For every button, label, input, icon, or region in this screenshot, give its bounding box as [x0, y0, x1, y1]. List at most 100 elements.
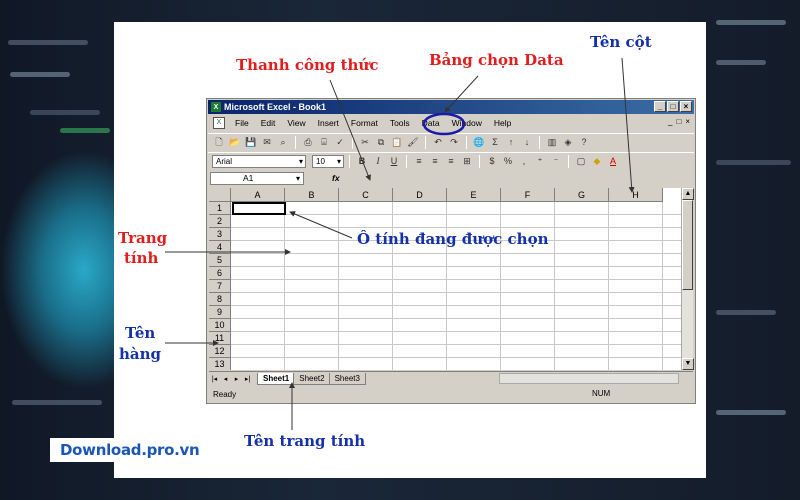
- row-header-5[interactable]: 5: [209, 254, 231, 267]
- cut-icon[interactable]: ✂: [358, 136, 372, 149]
- row-header-3[interactable]: 3: [209, 228, 231, 241]
- selected-cell[interactable]: [232, 202, 286, 215]
- tab-sheet3[interactable]: Sheet3: [328, 372, 366, 385]
- redo-icon[interactable]: ↷: [447, 136, 461, 149]
- column-header-h[interactable]: H: [609, 188, 663, 202]
- open-icon[interactable]: 📂: [228, 136, 242, 149]
- menu-data[interactable]: Data: [416, 118, 446, 128]
- currency-icon[interactable]: $: [485, 155, 499, 168]
- row-header-8[interactable]: 8: [209, 293, 231, 306]
- last-sheet-icon[interactable]: ▸|: [242, 375, 253, 383]
- email-icon[interactable]: ✉: [260, 136, 274, 149]
- print-icon[interactable]: ⎙: [301, 136, 315, 149]
- menu-view[interactable]: View: [281, 118, 311, 128]
- row-header-12[interactable]: 12: [209, 345, 231, 358]
- scroll-thumb[interactable]: [682, 200, 693, 290]
- menu-format[interactable]: Format: [345, 118, 384, 128]
- menu-edit[interactable]: Edit: [255, 118, 282, 128]
- align-center-icon[interactable]: ≡: [428, 155, 442, 168]
- toolbar-separator: [568, 155, 569, 168]
- doc-minimize-button[interactable]: _: [668, 117, 672, 126]
- next-sheet-icon[interactable]: ▸: [231, 375, 242, 383]
- menu-insert[interactable]: Insert: [312, 118, 345, 128]
- sort-ascending-icon[interactable]: ↑: [504, 136, 518, 149]
- drawing-icon[interactable]: ◈: [561, 136, 575, 149]
- bold-button[interactable]: B: [355, 155, 369, 168]
- increase-decimal-icon[interactable]: ⁺: [533, 155, 547, 168]
- column-header-a[interactable]: A: [231, 188, 285, 202]
- tab-sheet2[interactable]: Sheet2: [293, 372, 331, 385]
- grid-line: [231, 279, 683, 280]
- horizontal-scrollbar[interactable]: [499, 373, 679, 384]
- menu-window[interactable]: Window: [446, 118, 488, 128]
- row-header-13[interactable]: 13: [209, 358, 231, 370]
- decrease-decimal-icon[interactable]: ⁻: [549, 155, 563, 168]
- first-sheet-icon[interactable]: |◂: [209, 375, 220, 383]
- comma-icon[interactable]: ,: [517, 155, 531, 168]
- code-line: [716, 310, 776, 315]
- column-header-f[interactable]: F: [501, 188, 555, 202]
- format-painter-icon[interactable]: 🖌: [406, 136, 420, 149]
- column-header-g[interactable]: G: [555, 188, 609, 202]
- column-header-e[interactable]: E: [447, 188, 501, 202]
- align-right-icon[interactable]: ≡: [444, 155, 458, 168]
- minimize-button[interactable]: _: [654, 101, 666, 112]
- row-header-6[interactable]: 6: [209, 267, 231, 280]
- name-box[interactable]: A1: [210, 171, 304, 185]
- function-icon[interactable]: fx: [332, 173, 340, 183]
- font-color-icon[interactable]: A: [606, 155, 620, 168]
- doc-close-button[interactable]: ×: [685, 117, 690, 126]
- close-button[interactable]: ×: [680, 101, 692, 112]
- doc-restore-button[interactable]: □: [676, 117, 681, 126]
- copy-icon[interactable]: ⧉: [374, 136, 388, 149]
- borders-icon[interactable]: ▢: [574, 155, 588, 168]
- window-title: Microsoft Excel - Book1: [224, 102, 327, 112]
- font-size-select[interactable]: 10: [312, 155, 344, 168]
- merge-center-icon[interactable]: ⊞: [460, 155, 474, 168]
- italic-button[interactable]: I: [371, 155, 385, 168]
- menu-file[interactable]: File: [229, 118, 255, 128]
- vertical-scrollbar[interactable]: ▲ ▼: [681, 188, 694, 370]
- row-header-2[interactable]: 2: [209, 215, 231, 228]
- row-header-9[interactable]: 9: [209, 306, 231, 319]
- grid-line: [231, 227, 683, 228]
- column-header-c[interactable]: C: [339, 188, 393, 202]
- column-header-d[interactable]: D: [393, 188, 447, 202]
- menu-tools[interactable]: Tools: [384, 118, 416, 128]
- row-header-7[interactable]: 7: [209, 280, 231, 293]
- spelling-icon[interactable]: ✓: [333, 136, 347, 149]
- underline-button[interactable]: U: [387, 155, 401, 168]
- paste-icon[interactable]: 📋: [390, 136, 404, 149]
- tab-sheet1[interactable]: Sheet1: [257, 372, 296, 385]
- print-preview-icon[interactable]: ⌸: [317, 136, 331, 149]
- save-icon[interactable]: 💾: [244, 136, 258, 149]
- search-icon[interactable]: ⌕: [276, 136, 290, 149]
- hyperlink-icon[interactable]: 🌐: [472, 136, 486, 149]
- fill-color-icon[interactable]: ◆: [590, 155, 604, 168]
- align-left-icon[interactable]: ≡: [412, 155, 426, 168]
- grid-line: [231, 305, 683, 306]
- help-icon[interactable]: ?: [577, 136, 591, 149]
- scroll-down-arrow[interactable]: ▼: [682, 358, 694, 370]
- menu-help[interactable]: Help: [488, 118, 517, 128]
- document-icon[interactable]: X: [213, 117, 225, 129]
- font-name-select[interactable]: Arial: [212, 155, 306, 168]
- row-header-10[interactable]: 10: [209, 319, 231, 332]
- maximize-button[interactable]: □: [667, 101, 679, 112]
- scroll-up-arrow[interactable]: ▲: [682, 188, 694, 200]
- worksheet-grid[interactable]: A B C D E F G H 1 2 3 4 5 6 7 8 9 10 11 12 13: [209, 188, 683, 370]
- prev-sheet-icon[interactable]: ◂: [220, 375, 231, 383]
- sort-descending-icon[interactable]: ↓: [520, 136, 534, 149]
- chart-wizard-icon[interactable]: ▥: [545, 136, 559, 149]
- row-header-1[interactable]: 1: [209, 202, 231, 215]
- new-icon[interactable]: 🗋: [212, 136, 226, 149]
- select-all-corner[interactable]: [209, 188, 231, 202]
- undo-icon[interactable]: ↶: [431, 136, 445, 149]
- title-bar[interactable]: X Microsoft Excel - Book1 _ □ ×: [208, 100, 694, 114]
- column-header-b[interactable]: B: [285, 188, 339, 202]
- percent-icon[interactable]: %: [501, 155, 515, 168]
- row-header-4[interactable]: 4: [209, 241, 231, 254]
- status-bar: Ready NUM: [208, 386, 694, 402]
- autosum-icon[interactable]: Σ: [488, 136, 502, 149]
- row-header-11[interactable]: 11: [209, 332, 231, 345]
